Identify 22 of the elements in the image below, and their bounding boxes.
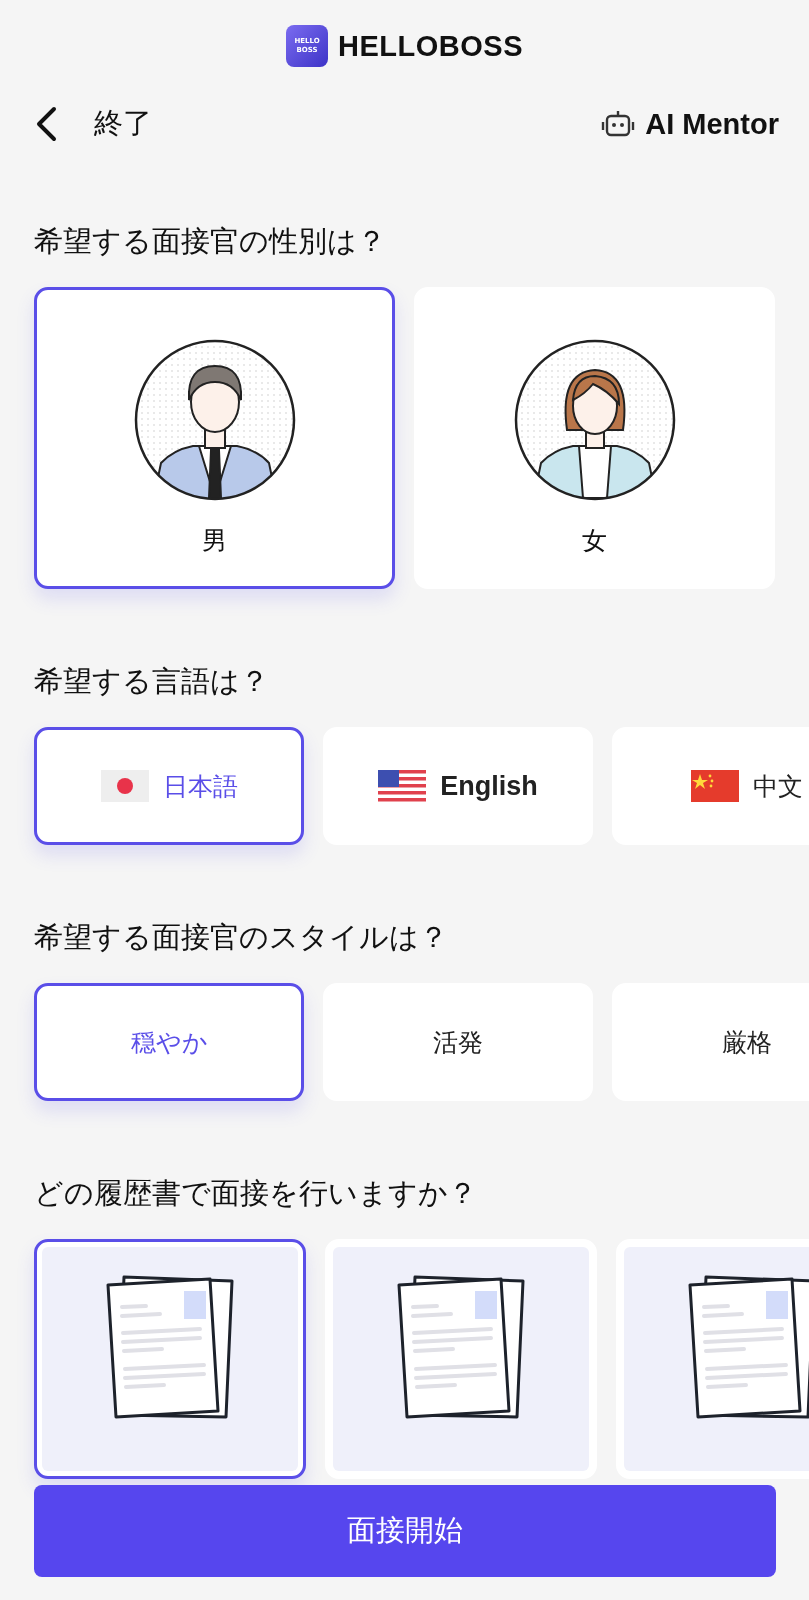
question-title: 希望する面接官の性別は？: [34, 223, 387, 260]
ai-mentor-button[interactable]: AI Mentor: [601, 107, 779, 141]
style-option[interactable]: 穏やか: [34, 983, 304, 1101]
brand-name: HELLOBOSS: [338, 29, 523, 63]
question-title: 希望する面接官のスタイルは？: [34, 919, 449, 956]
start-interview-button[interactable]: 面接開始: [34, 1485, 776, 1577]
language-option[interactable]: 中文: [612, 727, 809, 845]
flag-icon: [100, 770, 149, 802]
style-option[interactable]: 活発: [323, 983, 593, 1101]
style-option[interactable]: 厳格: [612, 983, 809, 1101]
back-icon: [34, 106, 58, 142]
interviewer-gender-option[interactable]: 女: [414, 287, 775, 589]
language-option[interactable]: 日本語: [34, 727, 304, 845]
question-title: どの履歴書で面接を行いますか？: [34, 1175, 478, 1212]
resume-option[interactable]: [34, 1239, 306, 1479]
back-button[interactable]: 終了: [34, 104, 152, 144]
flag-icon: [691, 770, 739, 802]
interviewer-gender-option[interactable]: 男: [34, 287, 395, 589]
language-option[interactable]: English: [323, 727, 593, 845]
question-title: 希望する言語は？: [34, 663, 270, 700]
flag-icon: [378, 770, 427, 802]
robot-icon: [601, 109, 636, 139]
